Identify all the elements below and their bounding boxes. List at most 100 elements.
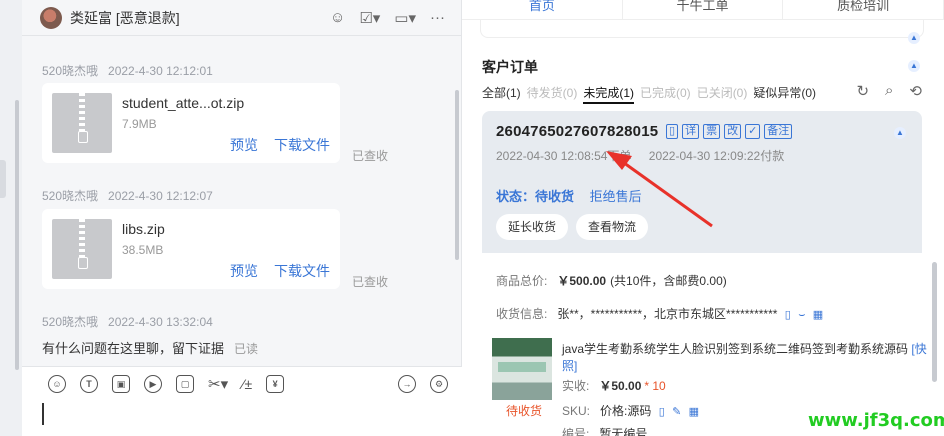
input-toolbar: ☺ T ▣ ▶ ▢ ✂▾ ⁄± ¥ → ⚙ [22,367,462,401]
emoji-icon[interactable]: ☺ [48,375,66,393]
file-size: 38.5MB [122,243,164,257]
total-note: (共10件，含邮费0.00) [610,274,727,288]
text-cursor [42,403,44,425]
watermark: www.jf3q.com [808,410,944,431]
map-icon[interactable]: ▦ [813,309,823,321]
filter-unfinished[interactable]: 未完成(1) [583,84,635,104]
filter-pending-ship[interactable]: 待发货(0) [527,84,578,104]
product-thumbnail[interactable] [492,338,552,400]
avatar[interactable] [40,6,62,29]
collapse-up-icon[interactable]: ▲ [908,32,920,44]
sku-row: SKU: 价格:源码 ▯ ✎ ▦ [562,402,699,419]
text-format-icon[interactable]: T [80,375,98,393]
tag-detail[interactable]: 详 [682,124,700,139]
tab-work-order[interactable]: 千牛工单 [623,0,784,19]
filter-abnormal[interactable]: 疑似异常(0) [753,84,816,104]
message-time: 2022-4-30 13:32:04 [108,315,213,329]
chat-scrollbar[interactable] [455,90,459,260]
file-icon[interactable]: ▢ [176,375,194,393]
collapse-up-icon[interactable]: ▲ [894,127,906,139]
pay-time: 2022-04-30 12:09:22付款 [648,149,785,163]
order-time: 2022-04-30 12:08:54下单 [496,149,632,163]
history-icon[interactable]: ⟲ [909,82,922,100]
settings-icon[interactable]: ⚙ [430,375,448,393]
right-scrollbar[interactable] [932,262,937,382]
file-message[interactable]: student_atte...ot.zip 7.9MB 预览 下载文件 [42,83,340,163]
message-time: 2022-4-30 12:12:01 [108,64,213,78]
tag-note[interactable]: 备注 [764,124,793,139]
video-play-icon[interactable]: ▶ [144,375,162,393]
search-icon[interactable]: ⌕ [885,82,893,100]
message-meta: 520晓杰哦 2022-4-30 12:12:07 [22,187,213,204]
chat-header: 类延富 [恶意退款] ☺ ☑▾ ▭▾ ··· [22,0,461,36]
checkbox-icon[interactable]: ☑▾ [359,9,380,27]
sender-name: 520晓杰哦 [42,64,99,78]
forward-icon[interactable]: → [398,375,416,393]
address-label: 收货信息: [496,307,548,321]
hide-icon[interactable]: ⌣ [798,309,805,321]
preview-link[interactable]: 预览 [230,135,258,155]
copy-icon[interactable]: ▯ [785,309,791,321]
header-actions: ☺ ☑▾ ▭▾ ··· [330,9,445,27]
extend-receipt-button[interactable]: 延长收货 [496,214,569,240]
filter-closed[interactable]: 已关闭(0) [697,84,748,104]
product-title[interactable]: java学生考勤系统学生人脸识别签到系统二维码签到考勤系统源码 [快照] [562,340,942,374]
sku-label: SKU: [562,404,591,418]
download-link[interactable]: 下载文件 [274,135,330,155]
tab-quality-training[interactable]: 质检培训 [783,0,944,19]
status-label: 状态： [496,189,536,204]
message-text: 有什么问题在这里聊，留下证据 [42,341,225,356]
zip-file-icon [52,93,112,153]
map-icon[interactable]: ▦ [689,406,699,418]
product-status: 待收货 [506,404,543,418]
more-icon[interactable]: ··· [430,9,445,26]
read-status: 已读 [234,342,259,356]
scissors-icon[interactable]: ✂▾ [208,375,228,393]
total-label: 商品总价: [496,274,548,288]
read-status: 已查收 [352,149,389,163]
image-icon[interactable]: ▣ [112,375,130,393]
file-message[interactable]: libs.zip 38.5MB 预览 下载文件 [42,209,340,289]
filter-finished[interactable]: 已完成(0) [640,84,691,104]
paid-value: ￥50.00 [599,379,642,393]
video-icon[interactable]: ▭▾ [394,9,416,27]
code-row: 编号: 暂无编号 [562,425,647,436]
file-name: libs.zip [122,221,165,237]
left-scrollbar[interactable] [15,100,19,370]
sender-name: 520晓杰哦 [42,189,99,203]
filter-actions: ↻ ⌕ ⟲ [856,82,922,100]
collapse-up-icon[interactable]: ▲ [908,60,920,72]
checklist-icon[interactable]: ✓ [745,124,761,139]
preview-link[interactable]: 预览 [230,261,258,281]
top-tabs: 首页 千牛工单 质检培训 [462,0,944,20]
refresh-icon[interactable]: ↻ [856,82,869,100]
edit-icon[interactable]: ✎ [672,406,681,418]
collapsed-card [480,20,924,38]
message-time: 2022-4-30 12:12:07 [108,189,213,203]
chat-title: 类延富 [恶意退款] [70,9,180,26]
message-list: 520晓杰哦 2022-4-30 12:12:01 student_atte...… [22,36,462,366]
paid-row: 实收: ￥50.00 * 10 [562,377,666,394]
magic-wand-icon[interactable]: ⁄± [242,376,252,392]
refuse-aftersale-link[interactable]: 拒绝售后 [590,189,642,204]
paid-label: 实收: [562,379,590,393]
section-title: 客户订单 [482,59,538,75]
copy-icon[interactable]: ▯ [659,406,665,418]
collapsed-tab[interactable] [0,160,6,198]
product-title-text: java学生考勤系统学生人脸识别签到系统二维码签到考勤系统源码 [562,342,909,356]
chat-bubble-icon[interactable]: ☺ [330,9,345,26]
message-input-area[interactable]: ☺ T ▣ ▶ ▢ ✂▾ ⁄± ¥ → ⚙ [22,366,462,436]
view-logistics-button[interactable]: 查看物流 [576,214,649,240]
address-value: 张**，***********，北京市东城区*********** [557,307,778,321]
filter-all[interactable]: 全部(1) [482,84,521,104]
tag-edit[interactable]: 改 [724,124,742,139]
read-status: 已查收 [352,275,389,289]
download-link[interactable]: 下载文件 [274,261,330,281]
tab-home[interactable]: 首页 [462,0,623,19]
price-tag-icon[interactable]: ¥ [266,375,285,393]
tag-invoice[interactable]: 票 [703,124,721,139]
file-size: 7.9MB [122,117,157,131]
copy-icon[interactable]: ▯ [666,124,679,139]
status-value: 待收货 [535,189,575,204]
order-tags: ▯ 详 票 改 ✓ 备注 [666,124,793,139]
